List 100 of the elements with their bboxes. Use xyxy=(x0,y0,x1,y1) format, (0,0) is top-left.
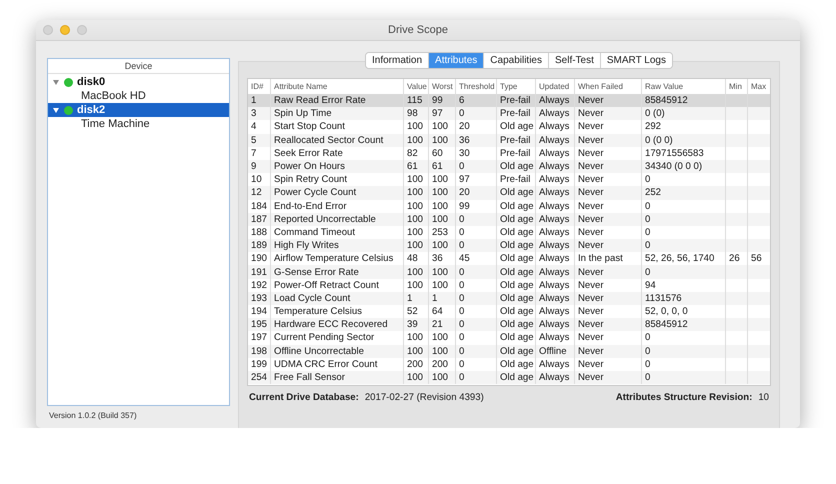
database-label: Current Drive Database: xyxy=(249,392,359,403)
table-cell: Reported Uncorrectable xyxy=(270,212,404,226)
table-cell: 61 xyxy=(404,160,428,174)
table-cell: 0 xyxy=(456,160,496,174)
device-name: disk0 xyxy=(77,75,106,89)
table-cell: 100 xyxy=(428,239,456,252)
table-cell: 0 xyxy=(456,239,496,252)
table-cell: 39 xyxy=(404,318,428,332)
column-header: Device xyxy=(48,59,229,74)
table-cell: Always xyxy=(536,292,574,305)
table-cell: Always xyxy=(536,160,574,174)
table-cell: 20 xyxy=(456,186,496,200)
table-cell: Old age xyxy=(496,265,536,279)
device-item[interactable]: disk0 xyxy=(48,75,229,89)
table-cell: 189 xyxy=(248,239,270,252)
table-cell: 198 xyxy=(248,344,270,358)
table-cell: 1 xyxy=(428,292,456,305)
table-cell: 0 (0) xyxy=(642,107,726,120)
table-cell: 191 xyxy=(248,265,270,279)
table-row[interactable]: 191 G-Sense Error Rate 100 100 0 Old age Always Never 0 xyxy=(248,265,770,279)
table-cell: Pre-fail xyxy=(496,107,536,120)
table-cell: 0 xyxy=(456,212,496,226)
table-cell: Never xyxy=(574,239,642,252)
table-cell: Always xyxy=(536,94,574,108)
table-cell: Offline xyxy=(536,344,574,358)
table-cell: Power Cycle Count xyxy=(270,186,404,200)
table-cell: Never xyxy=(574,94,642,108)
table-cell: 100 xyxy=(404,344,428,358)
table-cell: Always xyxy=(536,107,574,120)
table-cell: 0 xyxy=(642,344,726,358)
table-row[interactable]: 195 Hardware ECC Recovered 39 21 0 Old age Always Never 85845912 xyxy=(248,318,770,332)
table-row[interactable]: 189 High Fly Writes 100 100 0 Old age Always Never 0 xyxy=(248,239,770,252)
table-cell: Always xyxy=(536,239,574,252)
table-cell: Offline Uncorrectable xyxy=(270,344,404,358)
minimize-button[interactable] xyxy=(60,25,70,35)
table-cell: 12 xyxy=(248,186,270,200)
table-cell: 3 xyxy=(248,107,270,120)
table-row[interactable]: 12 Power Cycle Count 100 100 20 Old age Always Never 252 xyxy=(248,186,770,200)
table-cell: 6 xyxy=(456,94,496,108)
table-cell: Pre-fail xyxy=(496,134,536,147)
table-cell: 100 xyxy=(428,344,456,358)
table-cell: 97 xyxy=(428,107,456,120)
table-cell: Always xyxy=(536,186,574,200)
table-cell: 100 xyxy=(428,370,456,384)
table-cell: 1 xyxy=(248,94,270,108)
table-cell: Old age xyxy=(496,186,536,200)
table-row[interactable]: 3 Spin Up Time 98 97 0 Pre-fail Always Never 0 (0) xyxy=(248,107,770,120)
table-row[interactable]: 198 Offline Uncorrectable 100 100 0 Old age Offline Never 0 xyxy=(248,344,770,358)
table-cell: 9 xyxy=(248,160,270,174)
table-cell: 34340 (0 0 0) xyxy=(642,160,726,174)
table-cell: 100 xyxy=(404,186,428,200)
table-cell: 100 xyxy=(428,265,456,279)
table-cell: 252 xyxy=(642,186,726,200)
table-cell: 1 xyxy=(404,292,428,305)
table-cell: Pre-fail xyxy=(496,94,536,108)
table-cell: 21 xyxy=(428,318,456,332)
table-cell: 61 xyxy=(428,160,456,174)
table-cell: G-Sense Error Rate xyxy=(270,265,404,279)
disclosure-down-icon[interactable] xyxy=(53,80,59,84)
table-cell: 5 xyxy=(248,134,270,147)
table-cell: Never xyxy=(574,212,642,226)
table-cell: 0 xyxy=(456,344,496,358)
table-cell: Never xyxy=(574,160,642,174)
table-cell: Always xyxy=(536,212,574,226)
table-cell: Never xyxy=(574,107,642,120)
table-cell: Free Fall Sensor xyxy=(270,370,404,384)
close-button[interactable] xyxy=(43,25,53,35)
table-cell: Always xyxy=(536,134,574,147)
table-row[interactable]: 187 Reported Uncorrectable 100 100 0 Old age Always Never 0 xyxy=(248,212,770,226)
table-cell: Spin Up Time xyxy=(270,107,404,120)
table-row[interactable]: 9 Power On Hours 61 61 0 Old age Always Never 34340 (0 0 0) xyxy=(248,160,770,174)
table-cell: Never xyxy=(574,344,642,358)
table-cell: 0 xyxy=(456,107,496,120)
table-cell: Hardware ECC Recovered xyxy=(270,318,404,332)
table-row[interactable]: 254 Free Fall Sensor 100 100 0 Old age Always Never 0 xyxy=(248,370,770,384)
table-cell: 0 xyxy=(456,318,496,332)
volume-item[interactable]: MacBook HD xyxy=(48,89,229,103)
table-cell: 100 xyxy=(404,212,428,226)
tab[interactable]: SMART Logs xyxy=(600,53,672,68)
table-cell: 1131576 xyxy=(642,292,726,305)
table-cell: Always xyxy=(536,265,574,279)
table-cell: 115 xyxy=(404,94,428,108)
revision-label: Attributes Structure Revision: xyxy=(616,392,752,403)
table-cell: 0 xyxy=(642,265,726,279)
table-cell: 100 xyxy=(404,239,428,252)
table-row[interactable]: 1 Raw Read Error Rate 115 99 6 Pre-fail Always Never 85845912 xyxy=(248,94,770,108)
device-item[interactable]: disk2 xyxy=(48,103,229,117)
table-row[interactable]: 193 Load Cycle Count 1 1 0 Old age Always Never 1131576 xyxy=(248,292,770,305)
table-cell: Old age xyxy=(496,160,536,174)
table-row[interactable]: 5 Reallocated Sector Count 100 100 36 Pre-fail Always Never 0 (0 0) xyxy=(248,134,770,147)
table-cell: 193 xyxy=(248,292,270,305)
volume-item[interactable]: Time Machine xyxy=(48,117,229,131)
table-cell: 0 (0 0) xyxy=(642,134,726,147)
table-cell: 0 xyxy=(642,370,726,384)
database-value: 2017-02-27 (Revision 4393) xyxy=(364,392,484,403)
table-cell: Never xyxy=(574,186,642,200)
table-cell: Never xyxy=(574,370,642,384)
zoom-button[interactable] xyxy=(77,25,87,35)
table-cell: Reallocated Sector Count xyxy=(270,134,404,147)
table-cell: Never xyxy=(574,318,642,332)
